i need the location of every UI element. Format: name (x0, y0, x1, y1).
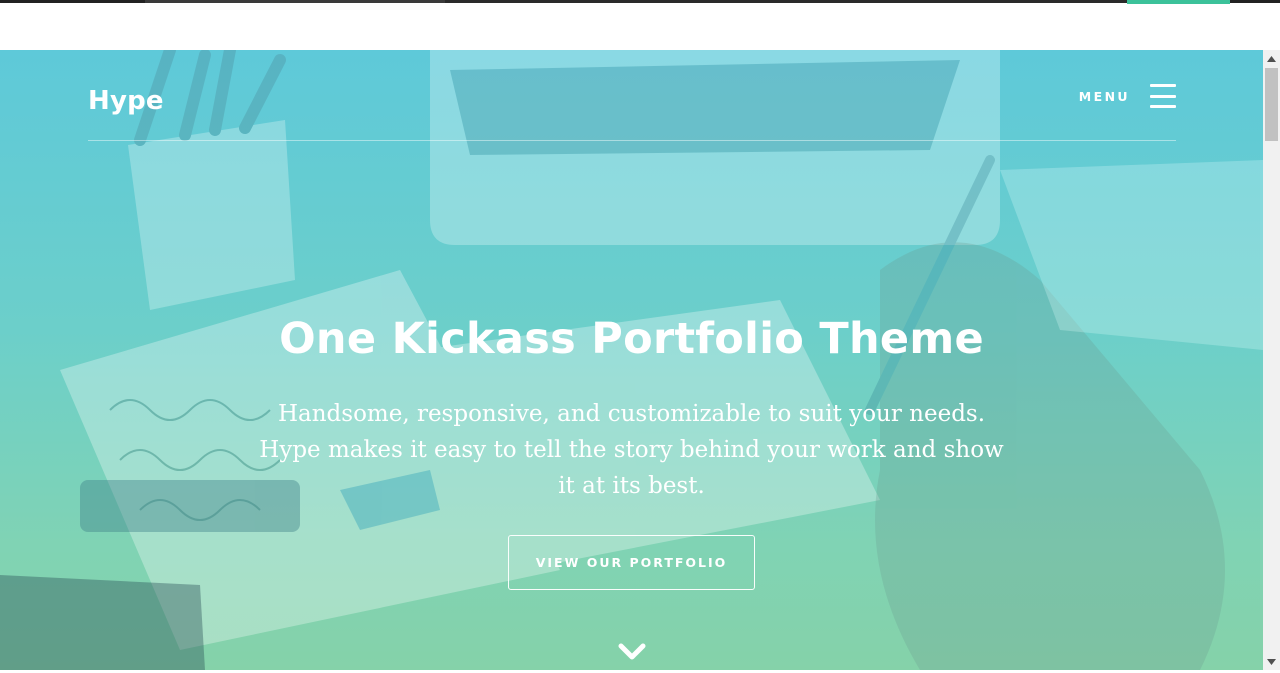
chevron-down-icon[interactable] (618, 642, 646, 662)
view-portfolio-button[interactable]: VIEW OUR PORTFOLIO (508, 535, 755, 590)
menu-button[interactable]: MENU (1079, 83, 1176, 109)
hamburger-icon[interactable] (1150, 83, 1176, 109)
browser-top-strip (0, 0, 1280, 50)
top-border-segment (145, 0, 445, 3)
active-indicator (1127, 0, 1230, 4)
hero-section: Hype MENU One Kickass Portfolio Theme Ha… (0, 50, 1263, 670)
scrollbar-thumb[interactable] (1265, 68, 1278, 141)
hero-subtext: Handsome, responsive, and customizable t… (259, 401, 1004, 499)
scroll-down-arrow-icon[interactable] (1263, 653, 1280, 670)
top-border-segment (445, 0, 1127, 3)
header-divider (88, 140, 1176, 141)
site-logo[interactable]: Hype (88, 86, 164, 116)
vertical-scrollbar[interactable] (1263, 50, 1280, 670)
hero-headline: One Kickass Portfolio Theme (279, 314, 984, 364)
scroll-up-arrow-icon[interactable] (1263, 50, 1280, 67)
menu-label[interactable]: MENU (1079, 89, 1130, 104)
